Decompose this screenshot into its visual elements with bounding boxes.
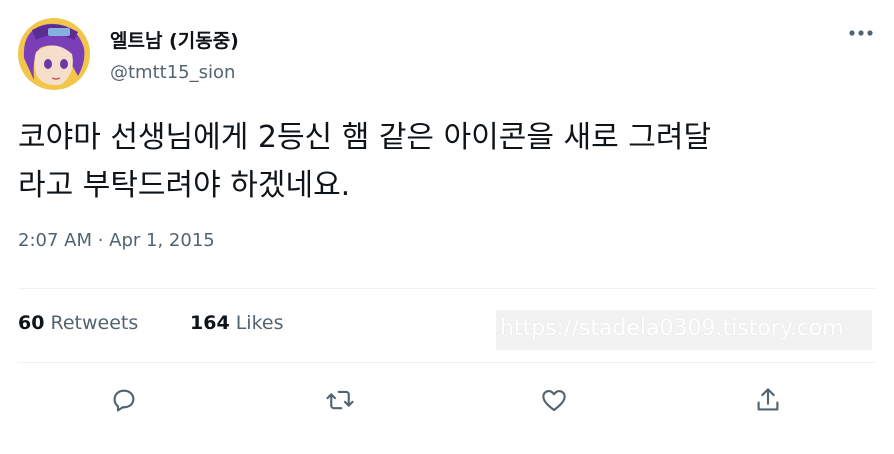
retweets-count: 60 [18,312,45,334]
likes-stat[interactable]: 164 Likes [190,312,284,334]
display-name[interactable]: 엘트남 (기동중) [110,26,239,53]
divider [18,362,876,363]
watermark: https://stadela0309.tistory.com [496,310,872,350]
retweets-stat[interactable]: 60 Retweets [18,312,138,334]
tweet-text-line: 라고 부탁드려야 하겠네요. [18,168,351,203]
retweet-icon[interactable] [320,380,360,420]
tweet-timestamp[interactable]: 2:07 AM · Apr 1, 2015 [18,230,215,251]
likes-count: 164 [190,312,230,334]
more-horizontal-icon[interactable] [846,22,876,44]
user-handle[interactable]: @tmtt15_sion [110,62,235,83]
tweet-text: 코야마 선생님에게 2등신 햄 같은 아이콘을 새로 그려달 라고 부탁드려야 … [18,114,878,210]
tweet-text-line: 코야마 선생님에게 2등신 햄 같은 아이콘을 새로 그려달 [18,120,712,155]
avatar[interactable] [18,18,90,90]
share-icon[interactable] [748,380,788,420]
like-icon[interactable] [534,380,574,420]
retweets-label: Retweets [50,312,139,334]
reply-icon[interactable] [104,380,144,420]
tweet-card: 엘트남 (기동중) @tmtt15_sion 코야마 선생님에게 2등신 햄 같… [0,0,894,454]
divider [18,288,876,289]
likes-label: Likes [235,312,284,334]
